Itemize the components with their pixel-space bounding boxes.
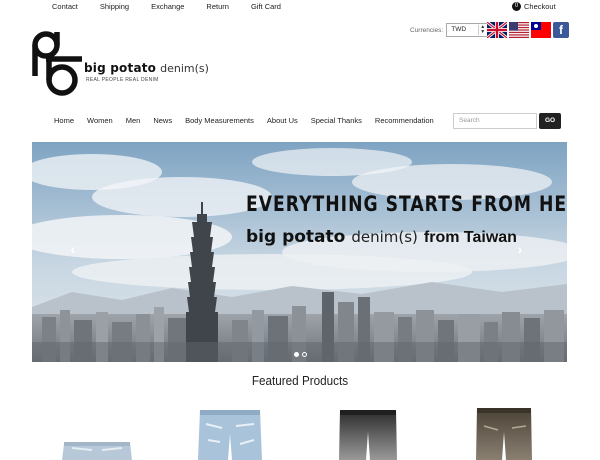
main-nav: Home Women Men News Body Measurements Ab…: [54, 116, 447, 125]
currency-selector: Currencies: TWD ▲ ▼: [410, 23, 489, 37]
return-link[interactable]: Return: [206, 2, 229, 11]
carousel-prev-icon[interactable]: ‹: [68, 242, 78, 256]
taiwan-flag-icon[interactable]: [531, 22, 551, 38]
cart-count-badge: 0: [512, 2, 521, 11]
product-brown-wash-jeans[interactable]: [474, 408, 534, 460]
nav-men[interactable]: Men: [126, 116, 141, 125]
currency-value: TWD: [451, 26, 467, 33]
hero-headline: EVERYTHING STARTS FROM HERE: [246, 192, 567, 216]
product-dark-faded-jeans[interactable]: [338, 410, 398, 460]
us-flag-icon[interactable]: [509, 22, 529, 38]
facebook-icon[interactable]: f: [553, 22, 569, 38]
currency-label: Currencies:: [410, 26, 444, 34]
brand-wordmark[interactable]: big potato denim(s): [84, 61, 209, 75]
carousel-indicators: [294, 352, 307, 357]
search-go-button[interactable]: GO: [539, 113, 561, 129]
gift-card-link[interactable]: Gift Card: [251, 2, 281, 11]
brand-name-light: denim(s): [160, 62, 209, 75]
nav-women[interactable]: Women: [87, 116, 113, 125]
nav-about-us[interactable]: About Us: [267, 116, 298, 125]
product-light-wash-shorts[interactable]: [62, 438, 132, 460]
hero-brand-light: denim(s): [351, 228, 418, 246]
nav-recommendation[interactable]: Recommendation: [375, 116, 434, 125]
exchange-link[interactable]: Exchange: [151, 2, 184, 11]
brand-tagline: REAL PEOPLE REAL DENIM: [86, 77, 159, 83]
contact-link[interactable]: Contact: [52, 2, 78, 11]
hero-from-taiwan: from Taiwan: [423, 229, 517, 246]
top-bar: Contact Shipping Exchange Return Gift Ca…: [0, 0, 600, 14]
bp-logo-icon[interactable]: [32, 28, 84, 98]
nav-news[interactable]: News: [153, 116, 172, 125]
brand-name-bold: big potato: [84, 61, 157, 75]
hero-brand-bold: big potato: [246, 227, 346, 247]
flag-row: f: [487, 22, 569, 38]
currency-dropdown[interactable]: TWD ▲ ▼: [446, 23, 489, 37]
checkout-label: Checkout: [524, 2, 556, 11]
checkout-button[interactable]: 0 Checkout: [512, 2, 556, 11]
nav-home[interactable]: Home: [54, 116, 74, 125]
hero-carousel[interactable]: EVERYTHING STARTS FROM HERE big potato d…: [32, 142, 567, 362]
utility-links: Contact Shipping Exchange Return Gift Ca…: [52, 2, 303, 11]
carousel-next-icon[interactable]: ›: [515, 242, 525, 256]
dropdown-arrows-icon: ▲ ▼: [478, 25, 486, 35]
nav-special-thanks[interactable]: Special Thanks: [311, 116, 362, 125]
shipping-link[interactable]: Shipping: [100, 2, 129, 11]
carousel-dot-2[interactable]: [302, 352, 307, 357]
nav-body-measurements[interactable]: Body Measurements: [185, 116, 254, 125]
hero-subheadline: big potato denim(s) from Taiwan: [246, 227, 517, 247]
search-input[interactable]: Search: [453, 113, 537, 129]
taipei-skyline-image: [32, 142, 567, 362]
featured-products-title: Featured Products: [251, 373, 349, 388]
uk-flag-icon[interactable]: [487, 22, 507, 38]
carousel-dot-1[interactable]: [294, 352, 299, 357]
product-bleached-distressed-jeans[interactable]: [196, 410, 264, 460]
